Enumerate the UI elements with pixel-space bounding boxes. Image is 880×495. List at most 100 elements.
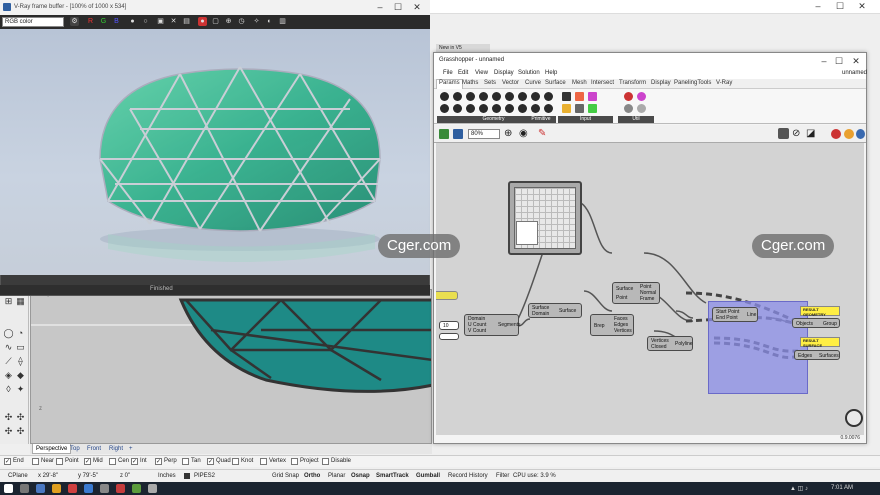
red-channel-button[interactable]: R bbox=[86, 17, 95, 26]
color-correct-icon[interactable]: ◐ bbox=[265, 17, 274, 26]
edge-icon[interactable] bbox=[84, 484, 93, 493]
tab-intersect[interactable]: Intersect bbox=[591, 80, 614, 86]
perspective-viewport[interactable]: z bbox=[30, 289, 432, 444]
planar-toggle[interactable]: Planar bbox=[328, 472, 345, 481]
tab-panelingtools[interactable]: PanelingTools bbox=[674, 80, 711, 86]
arc-param-icon[interactable] bbox=[466, 92, 475, 101]
osnap-checkbox[interactable]: ✓ bbox=[131, 458, 138, 465]
curve-param-icon[interactable] bbox=[505, 92, 514, 101]
circle-tool-icon[interactable]: ◯ bbox=[3, 328, 14, 339]
osnap-checkbox[interactable]: ✓ bbox=[4, 458, 11, 465]
number-slider-2[interactable] bbox=[439, 333, 459, 340]
start-icon[interactable] bbox=[4, 484, 13, 493]
colour-param-icon[interactable] bbox=[544, 92, 553, 101]
tab-right[interactable]: Right bbox=[106, 444, 126, 454]
app-taskbar-icon[interactable] bbox=[148, 484, 157, 493]
render-channel-select[interactable]: RGB color bbox=[2, 17, 64, 27]
osnap-vertex[interactable]: Vertex bbox=[260, 457, 286, 466]
render-icon[interactable]: ● bbox=[198, 17, 207, 26]
lens-fx-icon[interactable]: ✧ bbox=[252, 17, 261, 26]
menu-solution[interactable]: Solution bbox=[518, 70, 540, 76]
osnap-tan[interactable]: Tan bbox=[182, 457, 201, 466]
osnap-checkbox[interactable] bbox=[182, 458, 189, 465]
open-file-icon[interactable] bbox=[439, 129, 449, 139]
osnap-end[interactable]: ✓ End bbox=[4, 457, 24, 466]
group-surfaces-node[interactable]: Edges Surfaces bbox=[794, 350, 840, 360]
gumball-toggle[interactable]: Gumball bbox=[416, 472, 440, 481]
osnap-knot[interactable]: Knot bbox=[232, 457, 253, 466]
polyline-node[interactable]: Vertices Closed Polyline bbox=[647, 336, 693, 351]
chrome-icon[interactable] bbox=[68, 484, 77, 493]
gh-canvas[interactable]: 10 Domain U Count V Count Segments Surfa… bbox=[436, 143, 864, 435]
rhino-taskbar-icon[interactable] bbox=[100, 484, 109, 493]
rotate-tool-icon[interactable]: ✣ bbox=[3, 426, 14, 437]
gh-close-icon[interactable]: ✕ bbox=[846, 56, 866, 67]
tab-maths[interactable]: Maths bbox=[462, 80, 478, 86]
isotrim-node[interactable]: Surface Domain Surface bbox=[528, 303, 582, 318]
minimize-icon[interactable]: – bbox=[808, 1, 828, 11]
osnap-disable[interactable]: Disable bbox=[322, 457, 351, 466]
gradient-input-icon[interactable] bbox=[588, 92, 597, 101]
osnap-checkbox[interactable] bbox=[109, 458, 116, 465]
tab-surface[interactable]: Surface bbox=[545, 80, 566, 86]
zoom-extents-icon[interactable]: ⊕ bbox=[504, 128, 512, 139]
result-geometry-panel[interactable]: RESULT GEOMETRY bbox=[800, 306, 840, 317]
osnap-near[interactable]: Near bbox=[32, 457, 54, 466]
close-icon[interactable]: ✕ bbox=[852, 1, 872, 12]
search-icon[interactable] bbox=[20, 484, 29, 493]
line-node[interactable]: Start Point End Point Line bbox=[712, 307, 758, 322]
maximize-icon[interactable]: ☐ bbox=[830, 1, 850, 12]
grid-snap-toggle[interactable]: Grid Snap bbox=[272, 472, 299, 481]
osnap-checkbox[interactable] bbox=[260, 458, 267, 465]
shaded-preview-icon[interactable] bbox=[844, 129, 854, 139]
color-swatch-input-icon[interactable] bbox=[575, 92, 584, 101]
evaluate-surface-node[interactable]: Surface Point Point Normal Frame bbox=[612, 282, 660, 304]
line-tool-icon[interactable]: ⟋ bbox=[3, 356, 14, 367]
field-param-icon[interactable] bbox=[518, 92, 527, 101]
line-param-icon[interactable] bbox=[466, 104, 475, 113]
tab-curve[interactable]: Curve bbox=[525, 80, 541, 86]
solid-tool-icon[interactable]: ◆ bbox=[15, 370, 26, 381]
preview-eye-icon[interactable]: ◉ bbox=[519, 128, 528, 139]
boolean-param-icon[interactable] bbox=[531, 92, 540, 101]
osnap-checkbox[interactable] bbox=[56, 458, 63, 465]
explorer-icon[interactable] bbox=[52, 484, 61, 493]
vector-param-icon[interactable] bbox=[440, 92, 449, 101]
save-file-icon[interactable] bbox=[453, 129, 463, 139]
value-list-input-icon[interactable] bbox=[588, 104, 597, 113]
vray-close-icon[interactable]: ✕ bbox=[407, 2, 427, 13]
menu-file[interactable]: File bbox=[443, 70, 453, 76]
curve-tool-icon[interactable]: ∿ bbox=[3, 342, 14, 353]
osnap-checkbox[interactable] bbox=[32, 458, 39, 465]
grasshopper-taskbar-icon[interactable] bbox=[132, 484, 141, 493]
copy-icon[interactable]: ▤ bbox=[182, 17, 191, 26]
panel-input-icon[interactable] bbox=[562, 104, 571, 113]
surface-tool-icon[interactable]: ◈ bbox=[3, 370, 14, 381]
osnap-project[interactable]: Project bbox=[291, 457, 319, 466]
osnap-checkbox[interactable] bbox=[291, 458, 298, 465]
ortho-toggle[interactable]: Ortho bbox=[304, 472, 320, 481]
osnap-cen[interactable]: Cen bbox=[109, 457, 129, 466]
tab-front[interactable]: Front bbox=[84, 444, 104, 454]
mesh-param-icon[interactable] bbox=[479, 104, 488, 113]
graph-mapper-node[interactable] bbox=[508, 181, 582, 255]
channel-icon[interactable]: ⚙ bbox=[70, 17, 79, 26]
osnap-checkbox[interactable] bbox=[232, 458, 239, 465]
zoom-select[interactable]: 80% bbox=[468, 129, 500, 139]
osnap-mid[interactable]: ✓ Mid bbox=[84, 457, 103, 466]
group-param-icon[interactable] bbox=[453, 104, 462, 113]
tab-display[interactable]: Display bbox=[651, 80, 671, 86]
deconstruct-brep-node[interactable]: Brep Faces Edges Vertices bbox=[590, 314, 634, 336]
alpha-icon[interactable]: ● bbox=[128, 17, 137, 26]
layer-icon[interactable]: ▦ bbox=[15, 296, 26, 307]
vray-maximize-icon[interactable]: ☐ bbox=[388, 2, 408, 13]
tray-icons[interactable]: ▲ ◫ ♪ bbox=[790, 485, 808, 492]
track-mouse-icon[interactable]: ⊕ bbox=[224, 17, 233, 26]
stamp-icon[interactable]: ▥ bbox=[278, 17, 287, 26]
vray-taskbar-icon[interactable] bbox=[116, 484, 125, 493]
number-slider[interactable]: 10 bbox=[439, 321, 459, 330]
record-history-toggle[interactable]: Record History bbox=[448, 472, 488, 481]
divide-domain-node[interactable]: Domain U Count V Count Segments bbox=[464, 314, 521, 336]
tab-mesh[interactable]: Mesh bbox=[572, 80, 587, 86]
tab-vray[interactable]: V-Ray bbox=[716, 80, 732, 86]
